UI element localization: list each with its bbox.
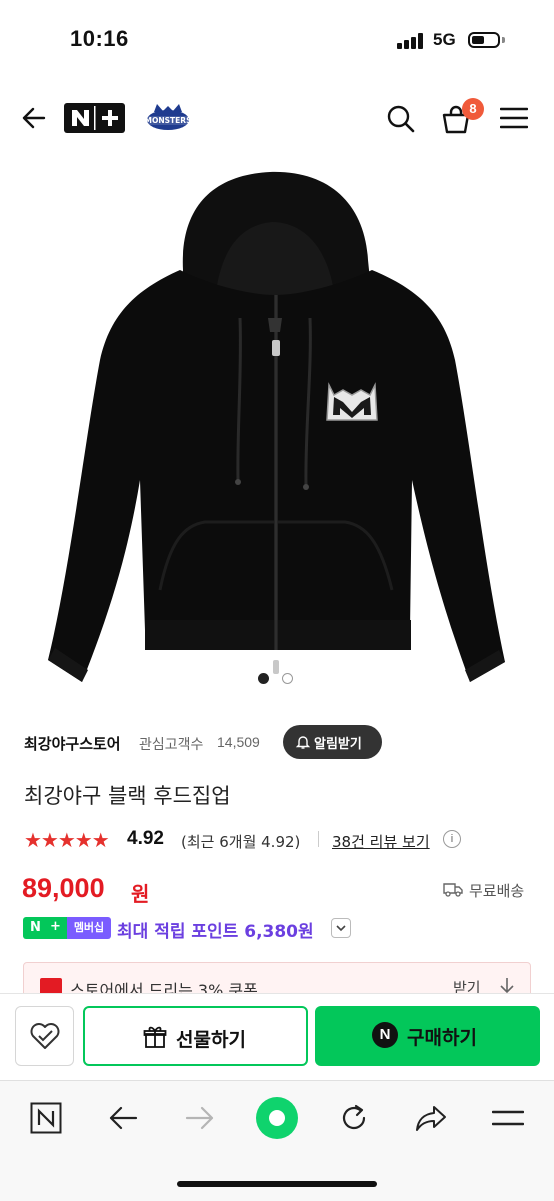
- cart-count-badge: 8: [462, 98, 484, 120]
- followers-label: 관심고객수: [139, 737, 204, 753]
- followers-count: 14,509: [217, 734, 260, 750]
- membership-badge-label: 멤버십: [67, 917, 111, 939]
- alarm-label: 알림받기: [314, 737, 362, 752]
- search-icon[interactable]: [386, 104, 416, 134]
- team-logo[interactable]: MONSTERS: [145, 102, 191, 136]
- max-points-text: 최대 적립 포인트 6,380원: [117, 922, 314, 942]
- home-indicator: [177, 1181, 377, 1187]
- menu-icon[interactable]: [500, 106, 528, 130]
- bell-plus-icon: [295, 736, 311, 749]
- buy-button[interactable]: N 구매하기: [315, 1006, 540, 1066]
- naverpay-n-icon: N: [372, 1022, 398, 1048]
- free-shipping-label: 무료배송: [469, 882, 525, 900]
- refresh-icon[interactable]: [338, 1102, 370, 1134]
- gift-label: 선물하기: [176, 1029, 246, 1051]
- delivery-truck-icon: [443, 883, 463, 897]
- pagination-dot-active[interactable]: [258, 673, 269, 684]
- green-dot-icon[interactable]: [255, 1096, 299, 1140]
- status-time: 10:16: [70, 26, 129, 51]
- membership-badge-plus: +: [50, 919, 61, 934]
- store-name-link[interactable]: 최강야구스토어: [24, 733, 121, 754]
- battery-icon: [468, 32, 500, 48]
- naver-plus-logo-icon: [72, 106, 118, 130]
- hoodie-image: [48, 171, 505, 682]
- naver-plus-logo[interactable]: [64, 103, 125, 133]
- divider: [318, 831, 319, 847]
- naver-home-icon[interactable]: [30, 1102, 62, 1134]
- team-logo-text: MONSTERS: [145, 116, 191, 125]
- wishlist-button[interactable]: [15, 1006, 74, 1066]
- membership-badge-n-letter: N: [30, 920, 41, 935]
- gift-button[interactable]: 선물하기: [83, 1006, 308, 1066]
- recent-rating: (최근 6개월 4.92): [181, 833, 301, 851]
- membership-badge-n: N +: [23, 917, 67, 939]
- buy-label: 구매하기: [407, 1027, 477, 1049]
- browser-back-icon[interactable]: [107, 1103, 139, 1133]
- heart-check-icon: [30, 1023, 60, 1049]
- points-expand-toggle[interactable]: [331, 918, 351, 938]
- share-icon[interactable]: [414, 1102, 448, 1134]
- gift-icon: [143, 1026, 167, 1048]
- membership-badge: N + 멤버십: [23, 917, 111, 939]
- price-currency: 원: [131, 882, 150, 906]
- battery-tip: [502, 37, 505, 43]
- chevron-down-icon: [336, 925, 346, 932]
- network-type: 5G: [433, 30, 456, 49]
- reviews-link[interactable]: 38건 리뷰 보기: [332, 831, 430, 852]
- rating-score: 4.92: [127, 828, 164, 849]
- browser-forward-icon[interactable]: [184, 1103, 216, 1133]
- signal-icon: [397, 33, 425, 49]
- alarm-subscribe-button[interactable]: 알림받기: [283, 725, 382, 759]
- pagination-dot[interactable]: [282, 673, 293, 684]
- price-value: 89,000: [22, 873, 105, 903]
- rating-stars: ★★★★★: [24, 828, 110, 852]
- browser-menu-icon[interactable]: [492, 1106, 524, 1130]
- product-title: 최강야구 블랙 후드집업: [24, 784, 231, 808]
- product-image-gallery[interactable]: [0, 150, 554, 690]
- back-arrow-icon[interactable]: [20, 104, 48, 132]
- info-icon[interactable]: i: [443, 830, 461, 848]
